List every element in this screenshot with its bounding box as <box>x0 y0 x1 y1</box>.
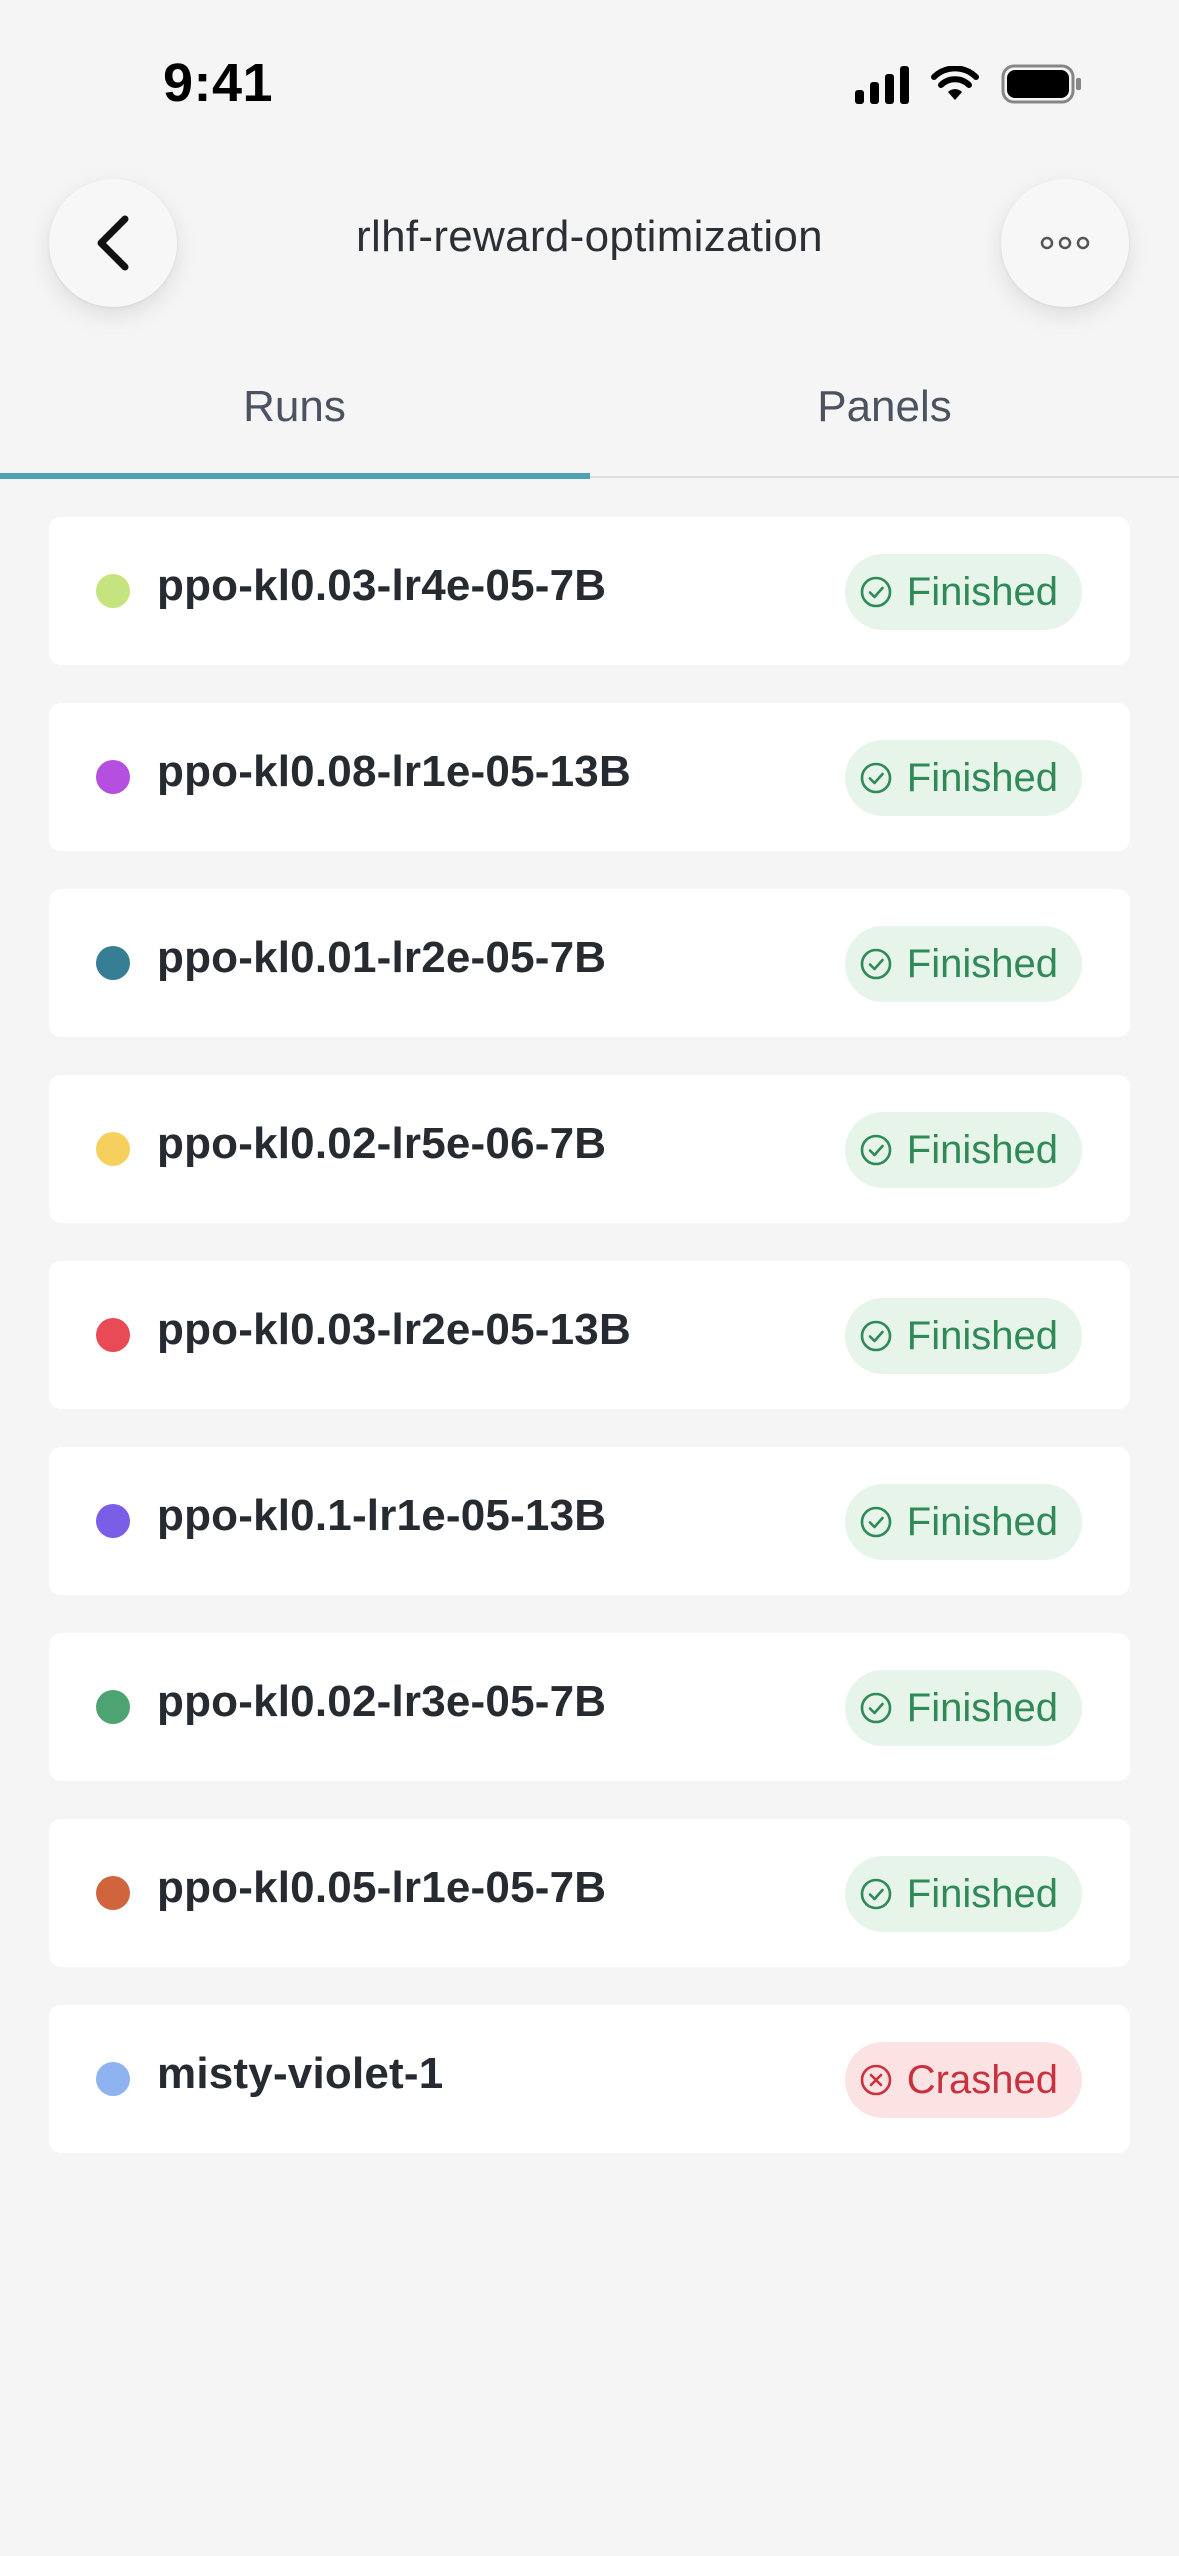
run-row[interactable]: ppo-kl0.03-lr4e-05-7B Finished <box>49 517 1130 665</box>
run-row[interactable]: ppo-kl0.08-lr1e-05-13B Finished <box>49 703 1130 851</box>
run-row[interactable]: ppo-kl0.02-lr3e-05-7B Finished <box>49 1633 1130 1781</box>
run-color-dot <box>96 1132 130 1166</box>
status-badge: Finished <box>844 554 1082 630</box>
more-options-button[interactable] <box>1001 179 1129 307</box>
status-badge: Finished <box>844 1856 1082 1932</box>
run-name: ppo-kl0.1-lr1e-05-13B <box>157 1491 607 1540</box>
tab-bar: Runs Panels <box>0 360 1179 479</box>
check-circle-icon <box>859 1877 893 1911</box>
tab-runs[interactable]: Runs <box>0 360 589 476</box>
check-circle-icon <box>859 1133 893 1167</box>
run-name: misty-violet-1 <box>157 2049 444 2098</box>
check-circle-icon <box>859 1505 893 1539</box>
run-list: ppo-kl0.03-lr4e-05-7B Finished ppo-kl0.08-… <box>49 517 1130 2191</box>
status-label: Crashed <box>906 2057 1058 2102</box>
check-circle-icon <box>859 1691 893 1725</box>
status-badge: Finished <box>844 1298 1082 1374</box>
run-color-dot <box>96 1318 130 1352</box>
status-label: Finished <box>906 941 1058 986</box>
status-time: 9:41 <box>163 53 274 113</box>
run-color-dot <box>96 946 130 980</box>
status-icons <box>855 64 1083 104</box>
check-circle-icon <box>859 947 893 981</box>
run-row[interactable]: ppo-kl0.05-lr1e-05-7B Finished <box>49 1819 1130 1967</box>
check-circle-icon <box>859 575 893 609</box>
run-name: ppo-kl0.03-lr4e-05-7B <box>157 561 607 610</box>
run-row[interactable]: ppo-kl0.01-lr2e-05-7B Finished <box>49 889 1130 1037</box>
status-label: Finished <box>906 1313 1058 1358</box>
status-badge: Finished <box>844 1670 1082 1746</box>
status-label: Finished <box>906 1127 1058 1172</box>
run-color-dot <box>96 1876 130 1910</box>
run-name: ppo-kl0.03-lr2e-05-13B <box>157 1305 631 1354</box>
active-tab-indicator <box>0 473 590 479</box>
run-row[interactable]: ppo-kl0.03-lr2e-05-13B Finished <box>49 1261 1130 1409</box>
run-name: ppo-kl0.05-lr1e-05-7B <box>157 1863 607 1912</box>
run-row[interactable]: misty-violet-1 Crashed <box>49 2005 1130 2153</box>
status-label: Finished <box>906 1685 1058 1730</box>
status-badge: Finished <box>844 740 1082 816</box>
status-bar: 9:41 <box>0 0 1179 170</box>
status-label: Finished <box>906 1499 1058 1544</box>
status-label: Finished <box>906 569 1058 614</box>
battery-icon <box>1001 64 1083 104</box>
status-label: Finished <box>906 755 1058 800</box>
run-color-dot <box>96 1504 130 1538</box>
status-label: Finished <box>906 1871 1058 1916</box>
wifi-icon <box>931 66 979 102</box>
app-header: rlhf-reward-optimization <box>0 170 1179 320</box>
run-color-dot <box>96 760 130 794</box>
run-name: ppo-kl0.02-lr3e-05-7B <box>157 1677 607 1726</box>
status-badge: Finished <box>844 1484 1082 1560</box>
run-name: ppo-kl0.01-lr2e-05-7B <box>157 933 607 982</box>
status-badge: Crashed <box>844 2042 1082 2118</box>
run-color-dot <box>96 2062 130 2096</box>
run-color-dot <box>96 1690 130 1724</box>
status-badge: Finished <box>844 926 1082 1002</box>
run-color-dot <box>96 574 130 608</box>
ellipsis-icon <box>1040 236 1090 250</box>
run-name: ppo-kl0.08-lr1e-05-13B <box>157 747 631 796</box>
check-circle-icon <box>859 1319 893 1353</box>
run-row[interactable]: ppo-kl0.1-lr1e-05-13B Finished <box>49 1447 1130 1595</box>
run-name: ppo-kl0.02-lr5e-06-7B <box>157 1119 607 1168</box>
cellular-signal-icon <box>855 64 909 104</box>
run-row[interactable]: ppo-kl0.02-lr5e-06-7B Finished <box>49 1075 1130 1223</box>
crashed-x-circle-icon <box>859 2063 893 2097</box>
check-circle-icon <box>859 761 893 795</box>
status-badge: Finished <box>844 1112 1082 1188</box>
tab-panels[interactable]: Panels <box>590 360 1179 476</box>
